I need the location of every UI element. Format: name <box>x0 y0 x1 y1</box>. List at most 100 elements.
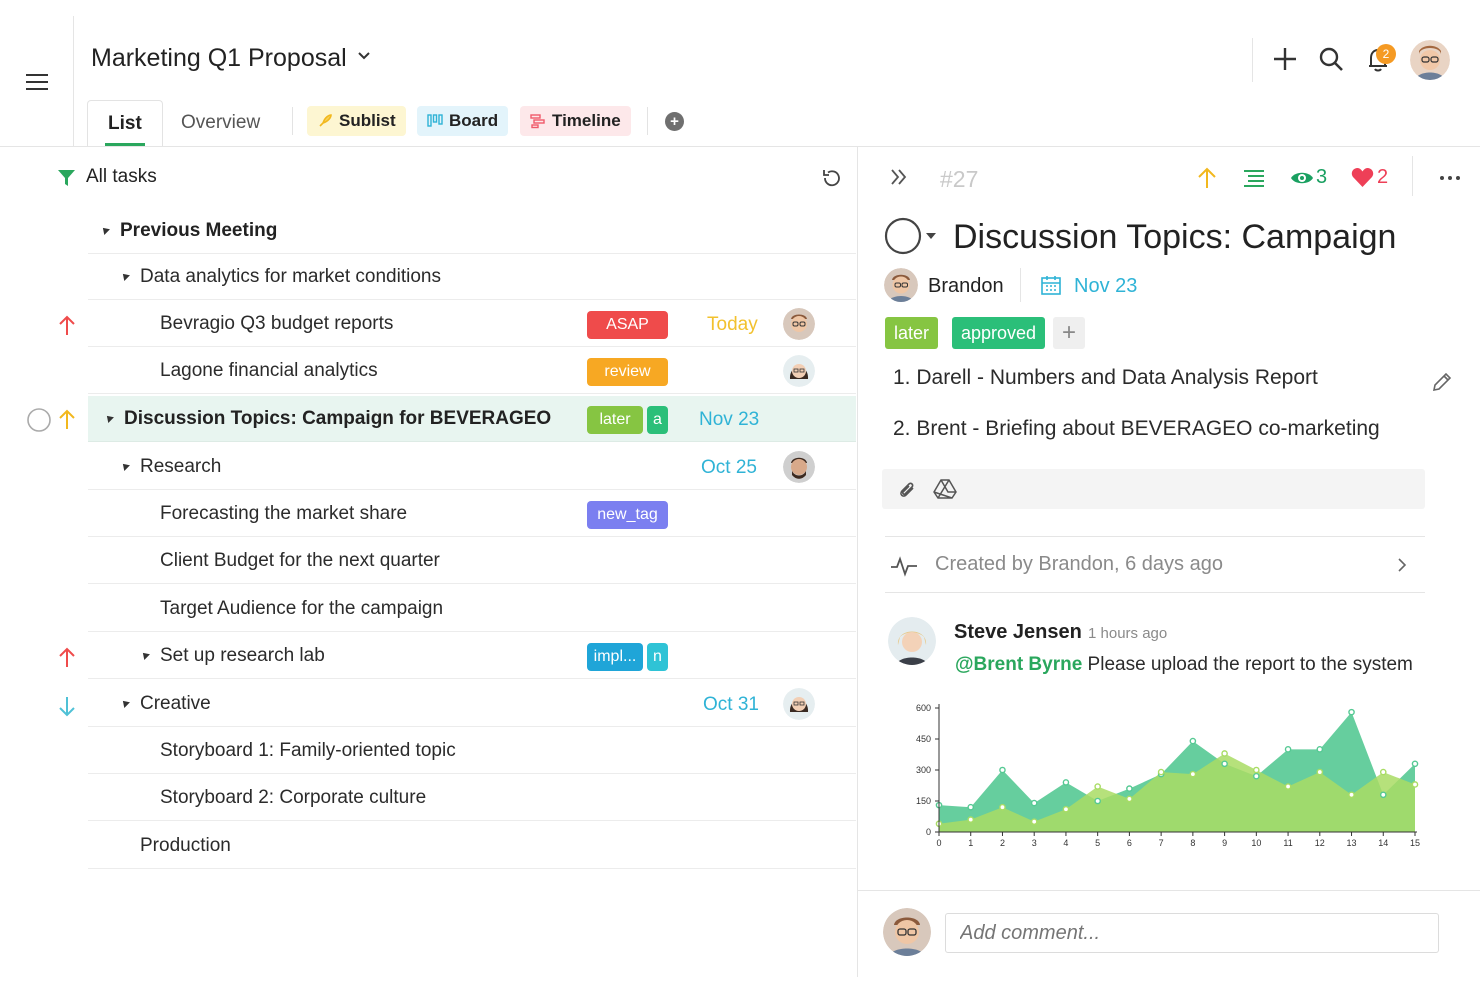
area-chart: 01503004506000 1 2 3 4 5 6 7 8 9 10 11 12 13 14 15 <box>916 703 1420 848</box>
data-point-s0-2 <box>999 766 1006 774</box>
data-point-s0-5 <box>1094 797 1101 805</box>
view-timeline[interactable]: Timeline <box>520 106 631 136</box>
due-date[interactable]: Today <box>707 314 758 336</box>
data-point-s0-4 <box>1062 779 1070 786</box>
current-user-avatar[interactable] <box>883 908 931 956</box>
tag-badge[interactable]: ASAP <box>587 311 668 339</box>
priority-low-icon[interactable] <box>58 695 76 717</box>
collapse-caret-icon[interactable] <box>140 650 150 660</box>
google-drive-icon[interactable] <box>933 478 957 500</box>
mention-link[interactable]: @Brent Byrne <box>955 654 1082 675</box>
tag-badge[interactable]: new_tag <box>587 501 668 529</box>
data-point-s1-12 <box>1316 768 1324 776</box>
paperclip-icon[interactable] <box>896 478 918 500</box>
view-board[interactable]: Board <box>417 106 509 136</box>
data-point-s1-4 <box>1062 805 1070 813</box>
x-tick-label: 4 <box>1063 838 1068 848</box>
collapse-caret-icon[interactable] <box>120 461 130 471</box>
refresh-icon[interactable] <box>820 166 844 190</box>
priority-medium-icon[interactable] <box>58 409 76 431</box>
likes[interactable]: 2 <box>1351 166 1388 189</box>
user-avatar[interactable] <box>1410 40 1450 80</box>
priority-high-icon[interactable] <box>58 315 76 337</box>
project-title[interactable]: Marketing Q1 Proposal <box>91 44 347 73</box>
data-point-s1-2 <box>999 803 1006 811</box>
table-row[interactable]: Bevragio Q3 budget reports ASAP Today <box>88 301 856 347</box>
watchers[interactable]: 3 <box>1290 166 1327 189</box>
comment-author[interactable]: Steve Jensen <box>954 621 1082 644</box>
priority-high-icon[interactable] <box>58 647 76 669</box>
collapse-caret-icon[interactable] <box>104 413 114 423</box>
add-view-button[interactable]: + <box>665 112 684 131</box>
collapse-panel-icon[interactable] <box>888 166 910 188</box>
x-tick-label: 0 <box>936 838 941 848</box>
avatar[interactable] <box>783 308 815 340</box>
table-row[interactable]: Storyboard 2: Corporate culture <box>88 775 856 821</box>
assignee-name[interactable]: Brandon <box>928 275 1004 298</box>
priority-medium-icon[interactable] <box>1196 166 1218 190</box>
table-row[interactable]: Lagone financial analytics review <box>88 348 856 394</box>
notification-badge: 2 <box>1376 44 1396 64</box>
list-item[interactable]: Previous Meeting <box>88 208 856 254</box>
tag-badge[interactable]: later <box>885 317 939 349</box>
subtasks-icon[interactable] <box>1242 168 1266 190</box>
description-line: 2. Brent - Briefing about BEVERAGEO co-m… <box>893 417 1380 440</box>
toolbar-divider <box>1412 156 1413 196</box>
due-date[interactable]: Nov 23 <box>699 409 759 431</box>
list-item[interactable]: Set up research lab impl... n <box>88 633 856 679</box>
chevron-down-icon[interactable] <box>356 48 372 64</box>
detail-title[interactable]: Discussion Topics: Campaign <box>953 218 1396 257</box>
tag-badge[interactable]: impl... <box>587 643 643 671</box>
due-date[interactable]: Nov 23 <box>1074 275 1137 298</box>
collapse-caret-icon[interactable] <box>120 698 130 708</box>
menu-icon[interactable] <box>26 74 48 92</box>
x-tick-label: 3 <box>1032 838 1037 848</box>
chevron-right-icon[interactable] <box>1396 557 1408 573</box>
tag-badge[interactable]: later <box>587 406 643 434</box>
avatar[interactable] <box>783 355 815 387</box>
tab-list[interactable]: List <box>87 100 163 146</box>
complete-checkbox-icon[interactable] <box>884 216 924 256</box>
complete-checkbox-icon[interactable] <box>26 407 52 433</box>
task-title: Data analytics for market conditions <box>140 266 441 287</box>
commenter-avatar[interactable] <box>888 617 936 665</box>
more-icon[interactable] <box>1439 170 1461 186</box>
heart-icon <box>1351 168 1374 187</box>
add-tag-button[interactable]: + <box>1053 317 1085 349</box>
view-sublist-label: Sublist <box>339 111 396 130</box>
edit-icon[interactable] <box>1430 370 1454 394</box>
table-row[interactable]: Storyboard 1: Family-oriented topic <box>88 728 856 774</box>
table-row[interactable]: Target Audience for the campaign <box>88 586 856 632</box>
filter-label[interactable]: All tasks <box>86 166 157 188</box>
list-item[interactable]: Creative Oct 31 <box>88 681 856 727</box>
data-point-s1-1 <box>967 816 975 823</box>
list-item[interactable]: Production <box>88 823 856 869</box>
tag-badge[interactable]: approved <box>952 317 1046 349</box>
collapse-caret-icon[interactable] <box>100 225 110 235</box>
view-sublist[interactable]: Sublist <box>307 106 406 136</box>
table-row[interactable]: Forecasting the market share new_tag <box>88 491 856 537</box>
calendar-icon[interactable] <box>1040 274 1062 296</box>
due-date[interactable]: Oct 31 <box>703 694 759 716</box>
data-point-s1-15 <box>1411 781 1419 788</box>
collapse-caret-icon[interactable] <box>120 271 130 281</box>
list-item[interactable]: Data analytics for market conditions <box>88 254 856 300</box>
tag-badge[interactable]: a <box>647 406 668 434</box>
due-date[interactable]: Oct 25 <box>701 457 757 479</box>
filter-icon[interactable] <box>57 168 76 188</box>
list-item[interactable]: Research Oct 25 <box>88 444 856 490</box>
tag-badge[interactable]: review <box>587 358 668 386</box>
table-row-selected[interactable]: Discussion Topics: Campaign for BEVERAGE… <box>88 396 856 442</box>
avatar[interactable] <box>783 451 815 483</box>
tag-badge[interactable]: n <box>647 643 668 671</box>
assignee-avatar[interactable] <box>884 268 918 302</box>
search-icon[interactable] <box>1316 44 1346 74</box>
activity-summary[interactable]: Created by Brandon, 6 days ago <box>935 553 1223 576</box>
caret-down-icon[interactable] <box>925 231 937 241</box>
plus-icon[interactable] <box>1270 44 1300 74</box>
tab-overview[interactable]: Overview <box>161 100 280 146</box>
avatar[interactable] <box>783 688 815 720</box>
comment-input[interactable] <box>945 913 1439 953</box>
table-row[interactable]: Client Budget for the next quarter <box>88 538 856 584</box>
data-point-s0-15 <box>1411 760 1419 768</box>
